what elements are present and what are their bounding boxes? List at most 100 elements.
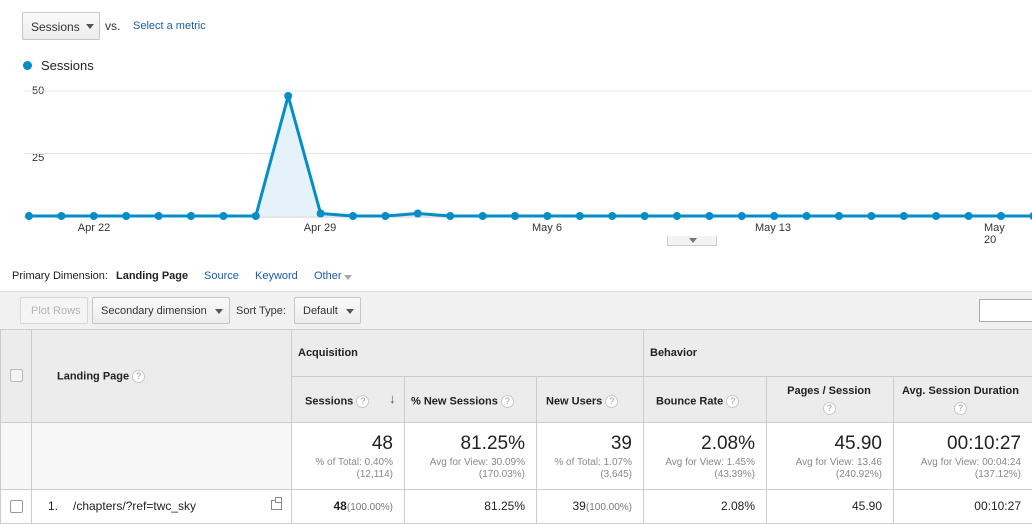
x-tick-label: May 13	[754, 222, 792, 234]
total-subtext: Avg for View: 1.45%	[665, 457, 755, 468]
new-sessions-header-label: % New Sessions	[411, 395, 498, 408]
chevron-down-icon	[215, 309, 223, 314]
row-new-users-cell: 39(100.00%)	[537, 490, 644, 524]
data-point	[349, 212, 357, 220]
total-pages-session: 45.90 Avg for View: 13.46 (240.92%)	[767, 423, 894, 490]
dimension-keyword[interactable]: Keyword	[255, 270, 298, 282]
help-icon[interactable]: ?	[605, 395, 619, 408]
data-point	[316, 209, 325, 218]
x-tick-label: Apr 22	[77, 222, 111, 234]
help-icon[interactable]: ?	[132, 370, 146, 383]
column-header-new-users[interactable]: New Users ?	[537, 377, 644, 423]
dimension-other-label: Other	[314, 270, 342, 282]
data-point	[802, 212, 811, 220]
data-point	[932, 212, 941, 220]
total-value: 00:10:27	[947, 433, 1021, 454]
vs-label: vs.	[105, 19, 121, 33]
data-point	[381, 212, 390, 220]
secondary-dimension-dropdown[interactable]: Secondary dimension	[92, 297, 230, 324]
data-point	[835, 212, 843, 220]
data-point	[867, 212, 876, 220]
total-subtext: (43.39%)	[714, 469, 755, 480]
row-avg-duration-value: 00:10:27	[974, 499, 1021, 513]
total-value: 81.25%	[460, 433, 525, 454]
sort-descending-icon: ↓	[389, 391, 396, 406]
total-subtext: (240.92%)	[835, 469, 882, 480]
total-subtext: (170.03%)	[478, 469, 525, 480]
sort-type-dropdown[interactable]: Default	[294, 297, 361, 324]
data-point	[511, 212, 519, 220]
table-toolbar: Plot Rows Secondary dimension Sort Type:…	[0, 291, 1032, 330]
dimension-other[interactable]: Other	[314, 270, 352, 282]
bounce-rate-header-label: Bounce Rate	[656, 395, 724, 408]
open-page-icon[interactable]	[271, 497, 282, 510]
chevron-down-icon	[346, 309, 354, 314]
header-group-acquisition: Acquisition	[292, 330, 644, 377]
help-icon[interactable]: ?	[500, 395, 514, 408]
data-point	[122, 212, 131, 220]
chart-collapse-toggle[interactable]	[667, 236, 717, 246]
row-new-users-pct: (100.00%)	[585, 502, 632, 513]
total-new-users: 39 % of Total: 1.07% (3,645)	[537, 423, 644, 490]
column-header-avg-session-duration[interactable]: Avg. Session Duration ?	[894, 377, 1032, 423]
row-pages-session-cell: 45.90	[767, 490, 894, 524]
table-search-input[interactable]	[979, 299, 1032, 322]
total-subtext: Avg for View: 13.46	[795, 457, 882, 468]
total-value: 39	[610, 433, 632, 454]
metric-dropdown-label: Sessions	[31, 20, 80, 34]
avg-duration-header-label: Avg. Session Duration	[902, 385, 1019, 397]
total-value: 48	[371, 433, 393, 454]
help-icon[interactable]: ?	[726, 395, 740, 408]
series-line	[29, 94, 1032, 218]
metric-dropdown[interactable]: Sessions	[22, 12, 100, 40]
column-header-sessions[interactable]: Sessions ? ↓	[292, 377, 405, 423]
x-tick-label: Apr 29	[303, 222, 337, 234]
data-point	[413, 209, 422, 218]
plot-rows-button[interactable]: Plot Rows	[20, 297, 88, 324]
data-point	[997, 212, 1005, 220]
primary-dimension-label: Primary Dimension:	[12, 270, 108, 282]
landing-page-link[interactable]: /chapters/?ref=twc_sky	[73, 499, 196, 513]
column-header-pages-session[interactable]: Pages / Session ?	[767, 377, 894, 423]
series-area	[29, 96, 1032, 216]
total-value: 45.90	[834, 433, 882, 454]
row-index: 1.	[48, 499, 59, 513]
total-subtext: Avg for View: 00:04:24	[920, 457, 1021, 468]
data-point	[575, 212, 584, 220]
help-icon[interactable]: ?	[356, 395, 370, 408]
data-point	[673, 212, 681, 220]
sessions-header-label: Sessions	[305, 395, 354, 408]
help-icon[interactable]: ?	[954, 402, 967, 415]
data-point	[899, 212, 908, 220]
dimension-source[interactable]: Source	[204, 270, 239, 282]
x-tick-label: May 20	[984, 222, 1005, 246]
data-point	[187, 212, 195, 220]
row-new-sessions-cell: 81.25%	[405, 490, 537, 524]
help-icon[interactable]: ?	[823, 402, 836, 415]
chevron-down-icon	[344, 275, 352, 280]
column-header-bounce-rate[interactable]: Bounce Rate ?	[644, 377, 767, 423]
total-subtext: % of Total: 1.07%	[554, 457, 632, 468]
select-all-checkbox[interactable]	[10, 369, 23, 382]
legend-label: Sessions	[41, 58, 94, 73]
data-point	[89, 212, 98, 220]
data-point	[25, 212, 33, 220]
row-avg-duration-cell: 00:10:27	[894, 490, 1032, 524]
total-subtext: (137.12%)	[974, 469, 1021, 480]
row-checkbox[interactable]	[10, 500, 23, 513]
data-point	[57, 212, 66, 220]
dimension-landing-page[interactable]: Landing Page	[116, 270, 188, 282]
row-new-users-value: 39	[572, 499, 586, 513]
x-tick-label: May 6	[532, 222, 562, 234]
table-row: 1. /chapters/?ref=twc_sky	[32, 490, 292, 524]
data-point	[446, 212, 455, 220]
totals-select-cell	[0, 423, 32, 490]
total-subtext: (3,645)	[600, 469, 632, 480]
row-new-sessions-value: 81.25%	[484, 499, 525, 513]
new-users-header-label: New Users	[546, 395, 603, 408]
data-point	[251, 212, 260, 220]
select-metric-link[interactable]: Select a metric	[133, 20, 206, 32]
column-header-new-sessions[interactable]: % New Sessions ?	[405, 377, 537, 423]
row-sessions-value: 48	[333, 499, 347, 513]
header-landing-page[interactable]: Landing Page ?	[32, 330, 292, 423]
